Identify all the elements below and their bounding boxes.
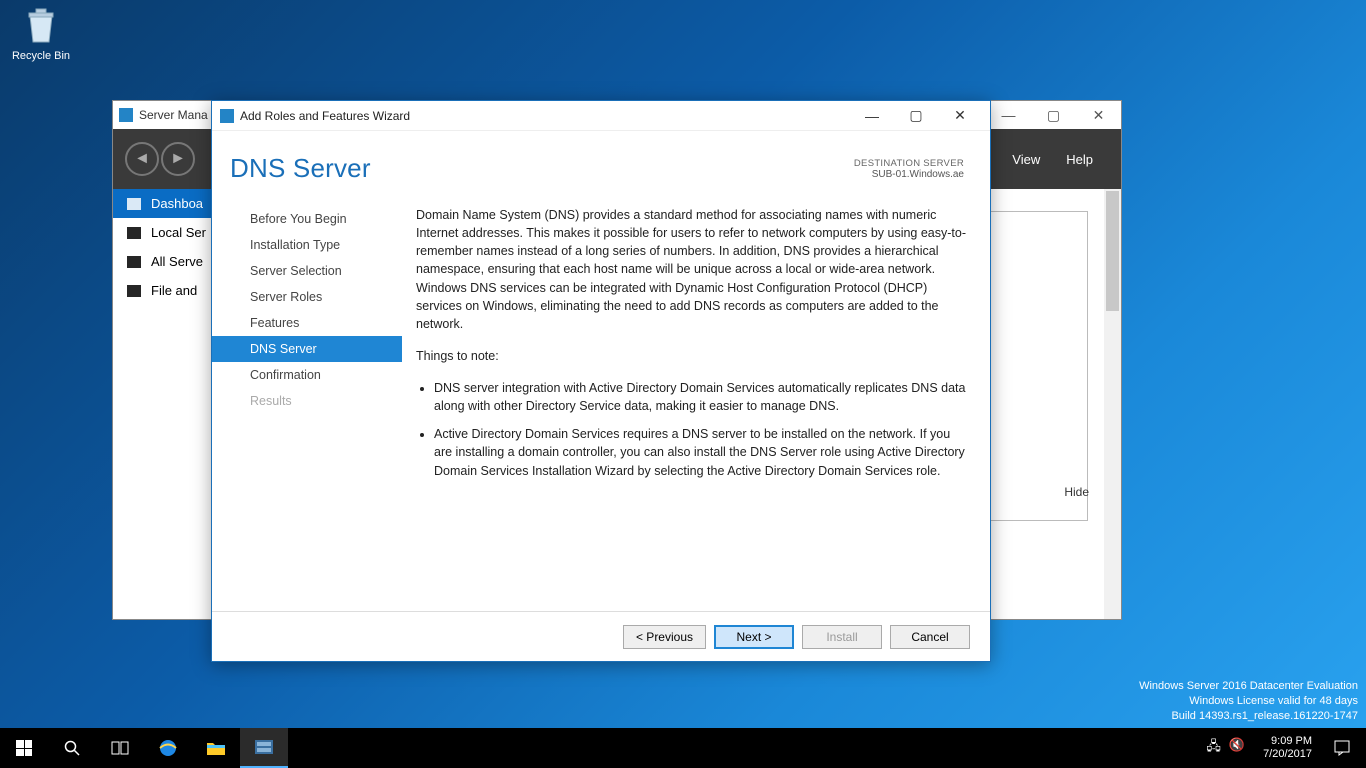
step-dns-server[interactable]: DNS Server [212, 336, 402, 362]
step-server-roles[interactable]: Server Roles [238, 284, 402, 310]
next-button[interactable]: Next > [714, 625, 794, 649]
note-bullet: Active Directory Domain Services require… [434, 425, 966, 479]
previous-button[interactable]: < Previous [623, 625, 706, 649]
network-icon[interactable]: 🖧 [1206, 737, 1221, 759]
file-storage-icon [127, 285, 141, 297]
taskbar: 🖧 🔇 9:09 PM 7/20/2017 [0, 728, 1366, 768]
destination-server: DESTINATION SERVER SUB-01.Windows.ae [854, 158, 964, 180]
note-bullet: DNS server integration with Active Direc… [434, 379, 966, 415]
step-server-selection[interactable]: Server Selection [238, 258, 402, 284]
menu-view[interactable]: View [1012, 152, 1040, 167]
server-manager-icon [119, 108, 133, 122]
local-server-icon [127, 227, 141, 239]
volume-icon[interactable]: 🔇 [1229, 737, 1245, 759]
action-center-icon [1334, 740, 1350, 756]
wizard-steps: Before You Begin Installation Type Serve… [212, 200, 402, 611]
step-installation-type[interactable]: Installation Type [238, 232, 402, 258]
wizard-icon [220, 109, 234, 123]
ie-icon [158, 738, 178, 758]
wizard-titlebar[interactable]: Add Roles and Features Wizard — ▢ ✕ [212, 101, 990, 131]
wizard-close-button[interactable]: ✕ [938, 101, 982, 131]
nav-back-button[interactable]: ◄ [125, 142, 159, 176]
things-to-note-heading: Things to note: [416, 347, 966, 365]
hide-link[interactable]: Hide [1064, 485, 1089, 499]
task-view-button[interactable] [96, 728, 144, 768]
taskbar-clock[interactable]: 9:09 PM 7/20/2017 [1253, 735, 1322, 761]
install-button: Install [802, 625, 882, 649]
server-manager-title: Server Mana [139, 108, 208, 122]
system-tray[interactable]: 🖧 🔇 [1198, 737, 1253, 759]
step-results: Results [238, 388, 402, 414]
page-title: DNS Server [230, 153, 371, 184]
dashboard-icon [127, 198, 141, 210]
nav-forward-button[interactable]: ► [161, 142, 195, 176]
wizard-minimize-button[interactable]: — [850, 101, 894, 131]
recycle-bin-icon [20, 4, 62, 46]
dns-description: Domain Name System (DNS) provides a stan… [416, 206, 966, 333]
windows-icon [16, 740, 32, 756]
minimize-button[interactable]: — [986, 101, 1031, 129]
recycle-bin-label: Recycle Bin [6, 50, 76, 62]
maximize-button[interactable]: ▢ [1031, 101, 1076, 129]
action-center-button[interactable] [1322, 728, 1362, 768]
wizard-content: Domain Name System (DNS) provides a stan… [402, 200, 990, 611]
server-manager-taskbar-icon [254, 739, 274, 755]
search-button[interactable] [48, 728, 96, 768]
step-before-you-begin[interactable]: Before You Begin [238, 206, 402, 232]
taskbar-server-manager[interactable] [240, 728, 288, 768]
search-icon [64, 740, 80, 756]
step-confirmation[interactable]: Confirmation [238, 362, 402, 388]
wizard-footer: < Previous Next > Install Cancel [212, 611, 990, 661]
taskbar-explorer[interactable] [192, 728, 240, 768]
recycle-bin[interactable]: Recycle Bin [6, 4, 76, 62]
task-view-icon [111, 741, 129, 755]
wizard-maximize-button[interactable]: ▢ [894, 101, 938, 131]
start-button[interactable] [0, 728, 48, 768]
close-button[interactable]: ✕ [1076, 101, 1121, 129]
menu-help[interactable]: Help [1066, 152, 1093, 167]
wizard-title: Add Roles and Features Wizard [240, 109, 410, 123]
folder-icon [206, 740, 226, 756]
scrollbar-thumb[interactable] [1106, 191, 1119, 311]
all-servers-icon [127, 256, 141, 268]
cancel-button[interactable]: Cancel [890, 625, 970, 649]
desktop-watermark: Windows Server 2016 Datacenter Evaluatio… [1139, 679, 1358, 724]
step-features[interactable]: Features [238, 310, 402, 336]
taskbar-ie[interactable] [144, 728, 192, 768]
add-roles-wizard-window: Add Roles and Features Wizard — ▢ ✕ DNS … [211, 100, 991, 662]
scrollbar[interactable] [1104, 189, 1121, 619]
